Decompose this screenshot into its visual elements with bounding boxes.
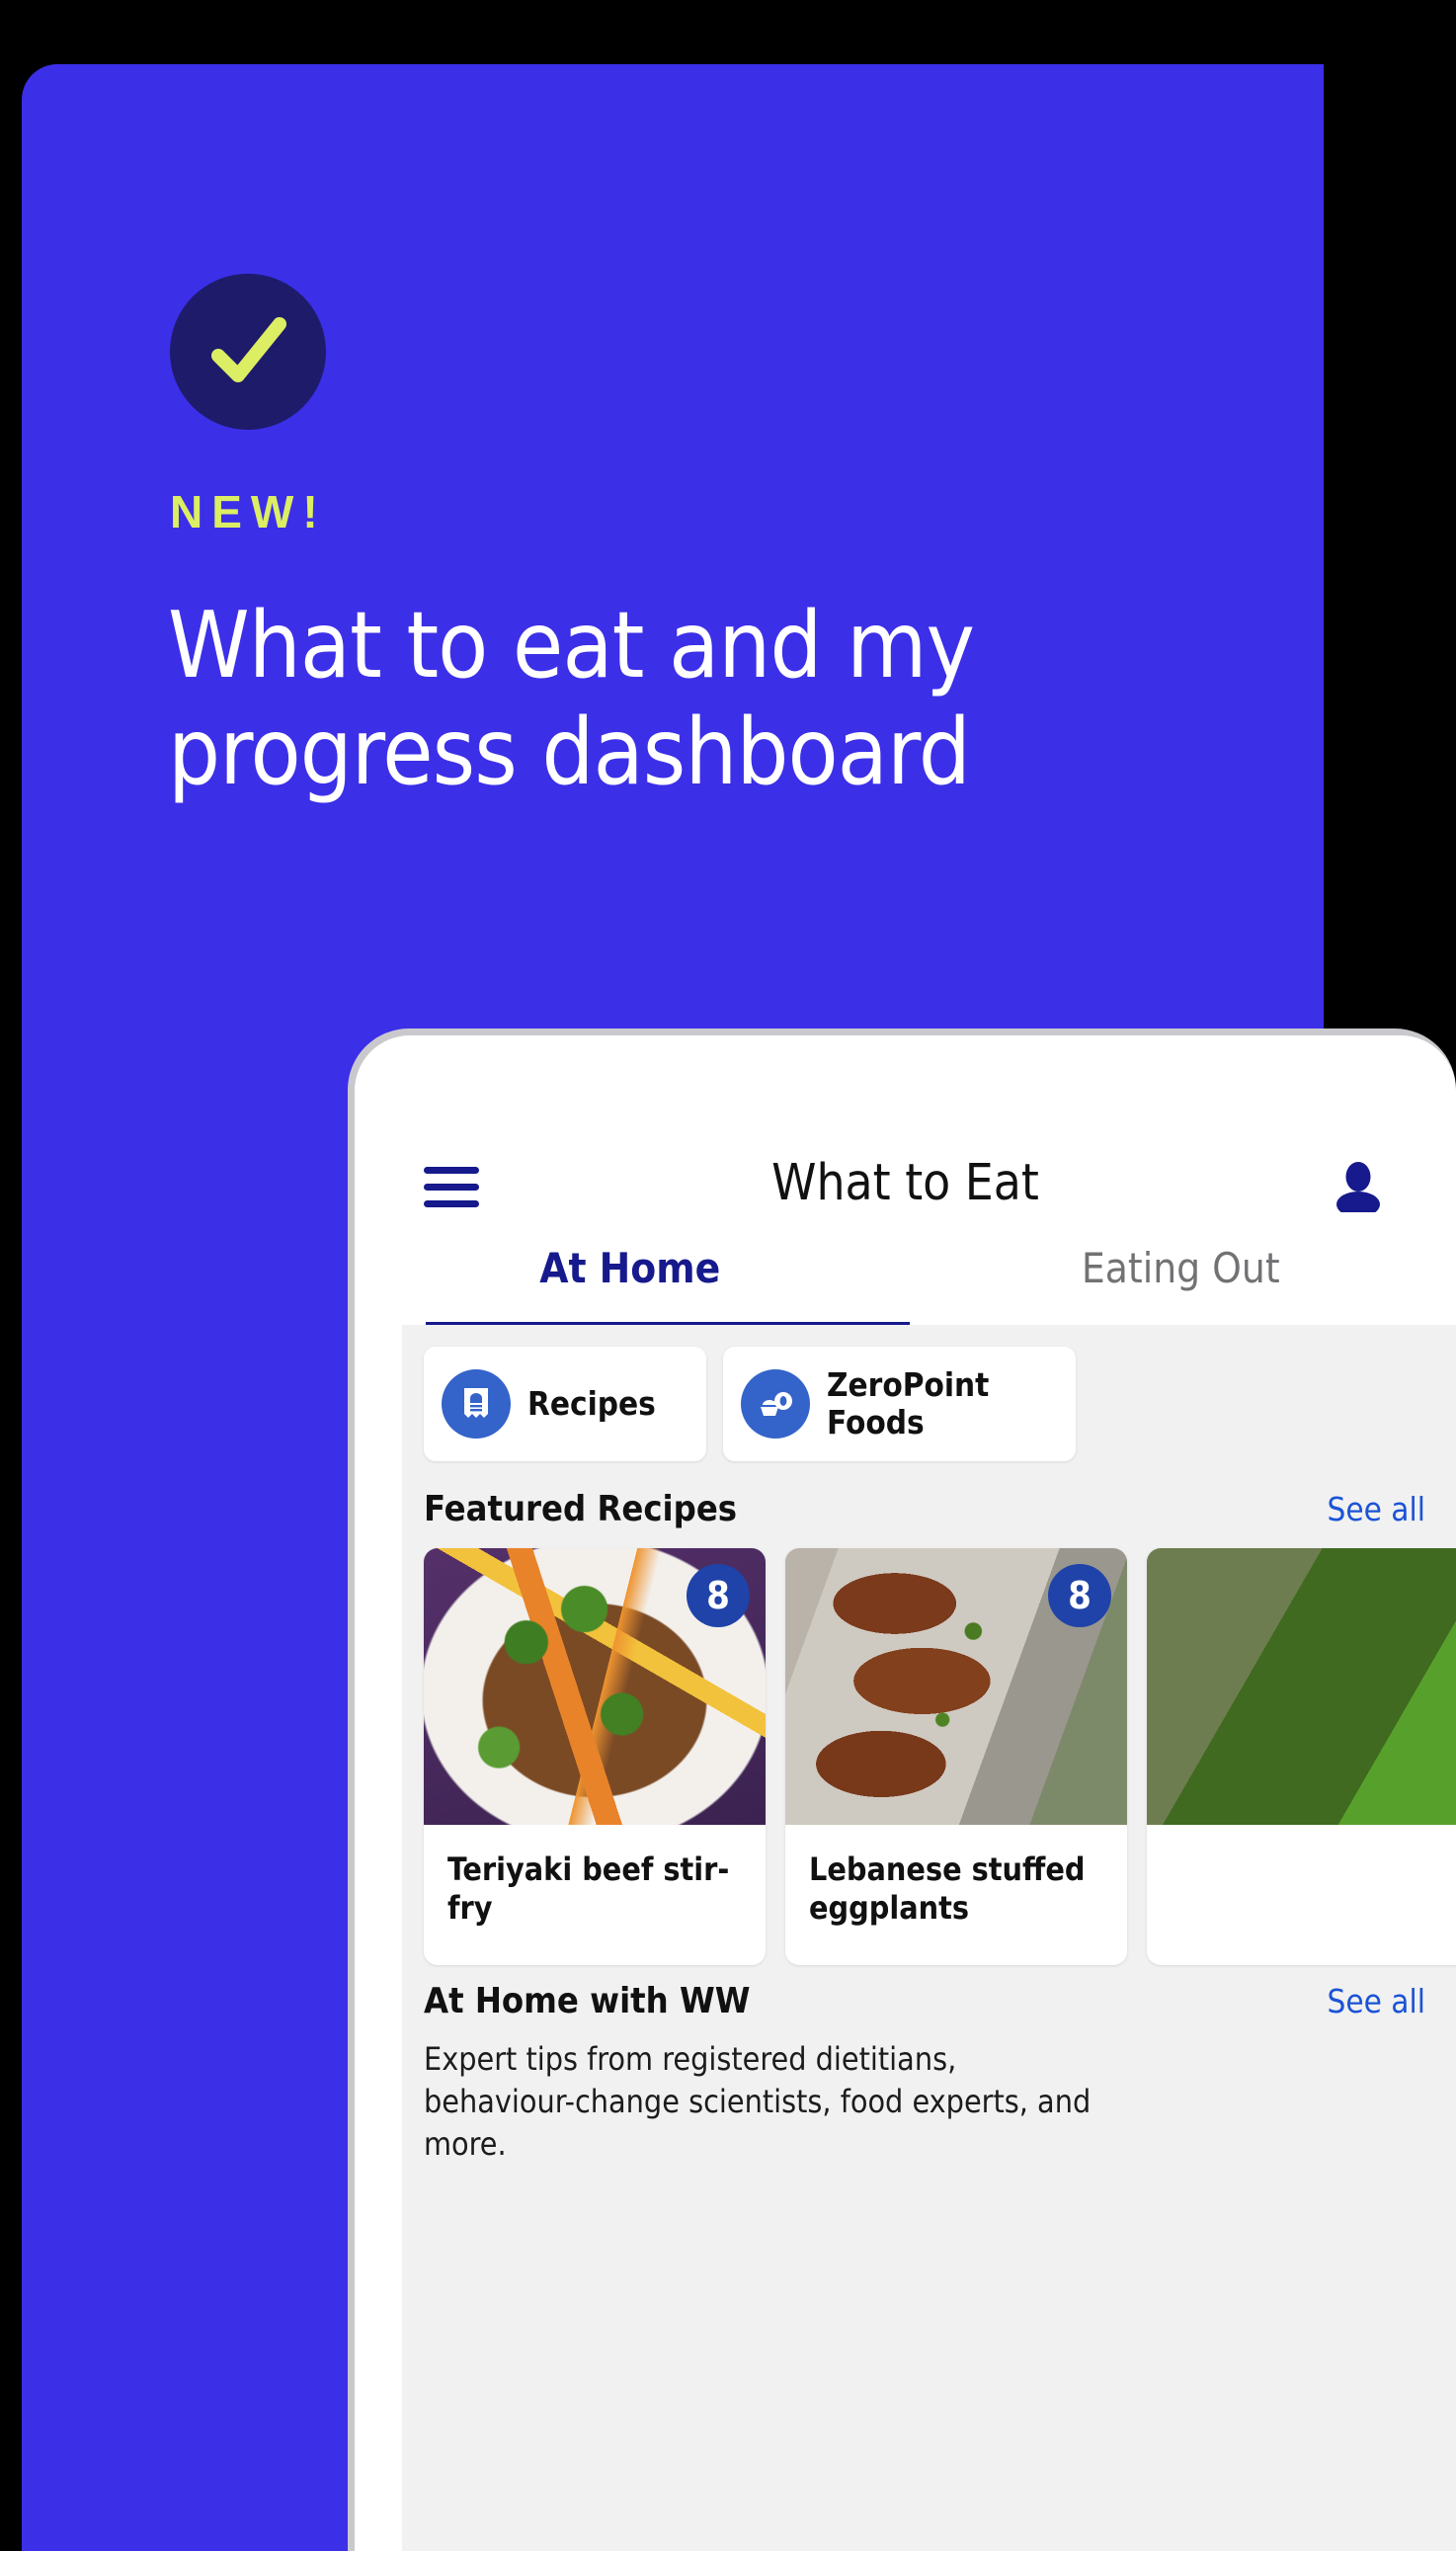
recipe-card-partial[interactable] <box>1147 1548 1456 1965</box>
recipe-title: Lebanese stuffed eggplants <box>809 1851 1086 1928</box>
quick-link-label: Recipes <box>527 1384 656 1424</box>
section-title: Featured Recipes <box>424 1489 738 1529</box>
recipe-card[interactable]: 8 Lebanese stuffed eggplants <box>785 1548 1127 1965</box>
person-avatar-icon[interactable] <box>1335 1161 1381 1217</box>
phone-screen: What to Eat At Home Eating Out Recipes Z… <box>355 1035 1456 2551</box>
at-home-with-ww-header: At Home with WW See all <box>424 1981 1425 2021</box>
quick-link-label: ZeroPoint Foods <box>827 1365 990 1441</box>
quick-link-zeropoint-foods[interactable]: ZeroPoint Foods <box>723 1347 1076 1461</box>
stuffed-eggplants-photo: 8 <box>785 1548 1127 1825</box>
recipe-title: Teriyaki beef stir-fry <box>447 1851 730 1928</box>
tab-bar: At Home Eating Out <box>355 1238 1456 1330</box>
at-home-description: Expert tips from registered dietitians, … <box>424 2040 1092 2164</box>
recipe-book-icon <box>442 1369 511 1439</box>
points-badge: 8 <box>687 1564 750 1627</box>
zeropoint-bowl-icon <box>741 1369 810 1439</box>
points-badge: 8 <box>1048 1564 1111 1627</box>
recipe-card[interactable]: 8 Teriyaki beef stir-fry <box>424 1548 766 1965</box>
promo-headline: What to eat and my progress dashboard <box>168 592 975 805</box>
tab-eating-out[interactable]: Eating Out <box>906 1238 1456 1292</box>
featured-recipes-carousel[interactable]: 8 Teriyaki beef stir-fry 8 Lebanese stuf… <box>424 1548 1456 1965</box>
quick-links-row: Recipes ZeroPoint Foods <box>424 1347 1425 1461</box>
tab-at-home[interactable]: At Home <box>355 1238 906 1292</box>
recipe-photo-partial <box>1147 1548 1456 1825</box>
promo-eyebrow: NEW! <box>170 486 327 537</box>
section-title: At Home with WW <box>424 1981 751 2021</box>
beef-stir-fry-photo: 8 <box>424 1548 766 1825</box>
content-scroll-area[interactable]: Recipes ZeroPoint Foods Featured Recipes… <box>402 1325 1456 2551</box>
app-bar: What to Eat <box>355 1035 1456 1233</box>
page-title: What to Eat <box>771 1154 1039 1212</box>
quick-link-recipes[interactable]: Recipes <box>424 1347 706 1461</box>
featured-recipes-header: Featured Recipes See all <box>424 1489 1425 1529</box>
phone-mockup-frame: What to Eat At Home Eating Out Recipes Z… <box>348 1029 1456 2551</box>
see-all-featured-recipes-link[interactable]: See all <box>1327 1490 1425 1528</box>
see-all-at-home-link[interactable]: See all <box>1327 1982 1425 2020</box>
check-circle-icon <box>170 274 326 430</box>
